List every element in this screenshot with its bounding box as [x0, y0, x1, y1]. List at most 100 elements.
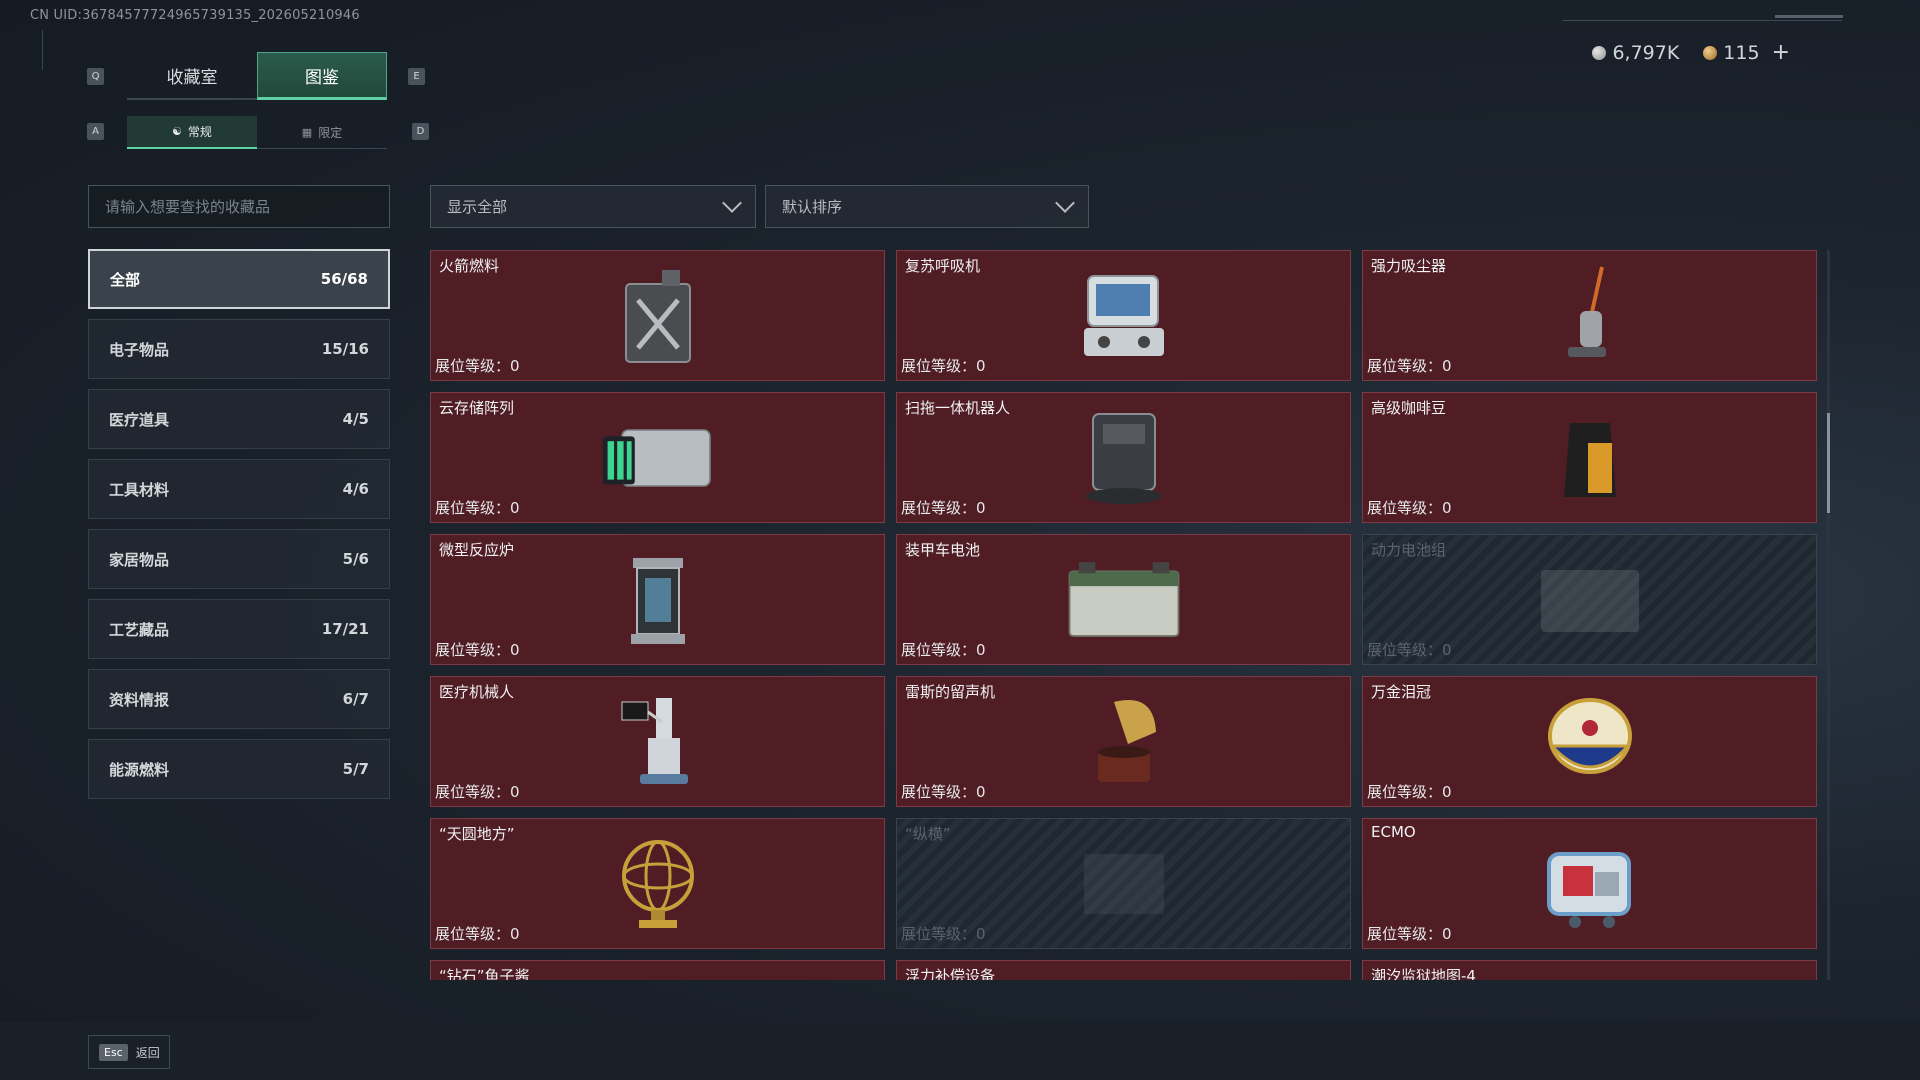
- item-name: 复苏呼吸机: [905, 257, 981, 275]
- gold-coin-icon: [1703, 45, 1718, 60]
- item-level: 展位等级：0: [901, 357, 986, 375]
- filter-dropdown[interactable]: 显示全部: [430, 185, 756, 228]
- collection-grid-viewport: 火箭燃料 展位等级：0 复苏呼吸机 展位等级：0 强力吸尘器 展位等级：0 云存储阵列 展位等…: [430, 250, 1820, 980]
- collection-card[interactable]: “钻石”鱼子酱: [430, 960, 885, 980]
- collection-card[interactable]: 潮汐监狱地图-4: [1362, 960, 1817, 980]
- vacuum-cleaner-icon: [1530, 261, 1650, 371]
- collection-card[interactable]: 火箭燃料 展位等级：0: [430, 250, 885, 381]
- scrollbar-thumb[interactable]: [1827, 413, 1830, 513]
- item-name: “天圆地方”: [439, 825, 515, 843]
- category-count: 6/7: [342, 690, 369, 708]
- collection-card[interactable]: 微型反应炉展位等级：0: [430, 534, 885, 665]
- chevron-down-icon: [722, 192, 742, 213]
- category-count: 15/16: [321, 340, 369, 358]
- back-label: 返回: [135, 1045, 160, 1060]
- limited-icon: ▦: [301, 125, 313, 139]
- gold-amount: 115: [1723, 41, 1760, 64]
- add-currency-button[interactable]: +: [1772, 40, 1790, 65]
- category-item[interactable]: 工具材料 4/6: [88, 459, 390, 519]
- ecmo-machine-icon: [1530, 829, 1650, 939]
- item-level: 展位等级：0: [1367, 925, 1452, 943]
- collection-card[interactable]: 扫拖一体机器人 展位等级：0: [896, 392, 1351, 523]
- item-name: ECMO: [1371, 823, 1416, 841]
- collection-card[interactable]: “纵横” 展位等级：0: [896, 818, 1351, 949]
- search-input[interactable]: [88, 185, 390, 228]
- category-label: 工具材料: [109, 480, 170, 499]
- storage-array-icon: [598, 403, 718, 513]
- subtab-limited[interactable]: ▦ 限定: [257, 116, 387, 149]
- tab-codex[interactable]: 图鉴: [257, 52, 387, 100]
- sort-dropdown[interactable]: 默认排序: [765, 185, 1089, 228]
- mop-robot-icon: [1064, 403, 1184, 513]
- regular-icon: ☯: [172, 125, 182, 138]
- collection-card[interactable]: ECMO 展位等级：0: [1362, 818, 1817, 949]
- currency-bar: 6,797K 115 +: [1592, 40, 1790, 65]
- top-deco-mark: [1775, 15, 1843, 18]
- esc-key-hint: Esc: [99, 1043, 128, 1061]
- collection-card[interactable]: 云存储阵列 展位等级：0: [430, 392, 885, 523]
- armillary-sphere-icon: [598, 829, 718, 939]
- battery-icon: [1064, 545, 1184, 655]
- item-level: 展位等级：0: [435, 925, 520, 943]
- category-count: 17/21: [321, 620, 369, 638]
- collection-card[interactable]: 装甲车电池 展位等级：0: [896, 534, 1351, 665]
- coffee-bag-icon: [1530, 403, 1650, 513]
- category-count: 4/6: [342, 480, 369, 498]
- collection-card[interactable]: “天圆地方” 展位等级：0: [430, 818, 885, 949]
- item-name: 雷斯的留声机: [905, 683, 996, 701]
- ventilator-icon: [1064, 261, 1184, 371]
- category-item[interactable]: 电子物品 15/16: [88, 319, 390, 379]
- category-item[interactable]: 医疗道具 4/5: [88, 389, 390, 449]
- item-name: 浮力补偿设备: [905, 967, 996, 980]
- bottom-bar: [0, 1022, 1920, 1080]
- category-item[interactable]: 资料情报 6/7: [88, 669, 390, 729]
- key-hint-e: E: [408, 68, 425, 85]
- category-label: 工艺藏品: [109, 620, 170, 639]
- medical-robot-icon: [598, 687, 718, 797]
- grid-scrollbar[interactable]: [1827, 250, 1830, 980]
- left-deco: [42, 30, 50, 70]
- item-level: 展位等级：0: [901, 641, 986, 659]
- tab-collection-room[interactable]: 收藏室: [127, 52, 257, 100]
- silver-coin-icon: [1592, 45, 1607, 60]
- collection-card[interactable]: 医疗机械人展位等级：0: [430, 676, 885, 807]
- item-name: 扫拖一体机器人: [905, 399, 1011, 417]
- collection-card[interactable]: 动力电池组 展位等级：0: [1362, 534, 1817, 665]
- item-level: 展位等级：0: [901, 783, 986, 801]
- item-name: “纵横”: [905, 825, 951, 843]
- category-item[interactable]: 工艺藏品 17/21: [88, 599, 390, 659]
- silver-currency: 6,797K: [1592, 42, 1679, 64]
- back-button[interactable]: Esc 返回: [88, 1035, 170, 1069]
- item-name: 强力吸尘器: [1371, 257, 1447, 275]
- item-name: 医疗机械人: [439, 683, 515, 701]
- collection-card[interactable]: 万金泪冠 展位等级：0: [1362, 676, 1817, 807]
- category-label: 资料情报: [109, 690, 170, 709]
- battery-pack-icon: [1530, 545, 1650, 655]
- gramophone-icon: [1064, 687, 1184, 797]
- category-count: 4/5: [342, 410, 369, 428]
- collection-card[interactable]: 复苏呼吸机展位等级：0: [896, 250, 1351, 381]
- item-name: 云存储阵列: [439, 399, 515, 417]
- item-name: 万金泪冠: [1371, 683, 1432, 701]
- item-name: 微型反应炉: [439, 541, 515, 559]
- collection-card[interactable]: 强力吸尘器 展位等级：0: [1362, 250, 1817, 381]
- category-item[interactable]: 全部 56/68: [88, 249, 390, 309]
- collection-card[interactable]: 浮力补偿设备: [896, 960, 1351, 980]
- collection-card[interactable]: 雷斯的留声机展位等级：0: [896, 676, 1351, 807]
- item-level: 展位等级：0: [435, 783, 520, 801]
- category-label: 医疗道具: [109, 410, 170, 429]
- category-count: 56/68: [320, 270, 368, 288]
- subtab-regular[interactable]: ☯ 常规: [127, 116, 257, 149]
- category-sidebar: 全部 56/68 电子物品 15/16 医疗道具 4/5 工具材料 4/6 家居物品 5/6 工艺藏…: [88, 249, 390, 809]
- filter-label: 显示全部: [447, 198, 508, 216]
- category-item[interactable]: 能源燃料 5/7: [88, 739, 390, 799]
- reactor-icon: [598, 545, 718, 655]
- uid-text: CN UID:36784577724965739135_202605210946: [30, 8, 360, 23]
- category-item[interactable]: 家居物品 5/6: [88, 529, 390, 589]
- sort-label: 默认排序: [782, 198, 843, 216]
- item-level: 展位等级：0: [435, 641, 520, 659]
- collection-card[interactable]: 高级咖啡豆 展位等级：0: [1362, 392, 1817, 523]
- key-hint-a: A: [87, 123, 104, 140]
- category-label: 能源燃料: [109, 760, 170, 779]
- item-level: 展位等级：0: [1367, 499, 1452, 517]
